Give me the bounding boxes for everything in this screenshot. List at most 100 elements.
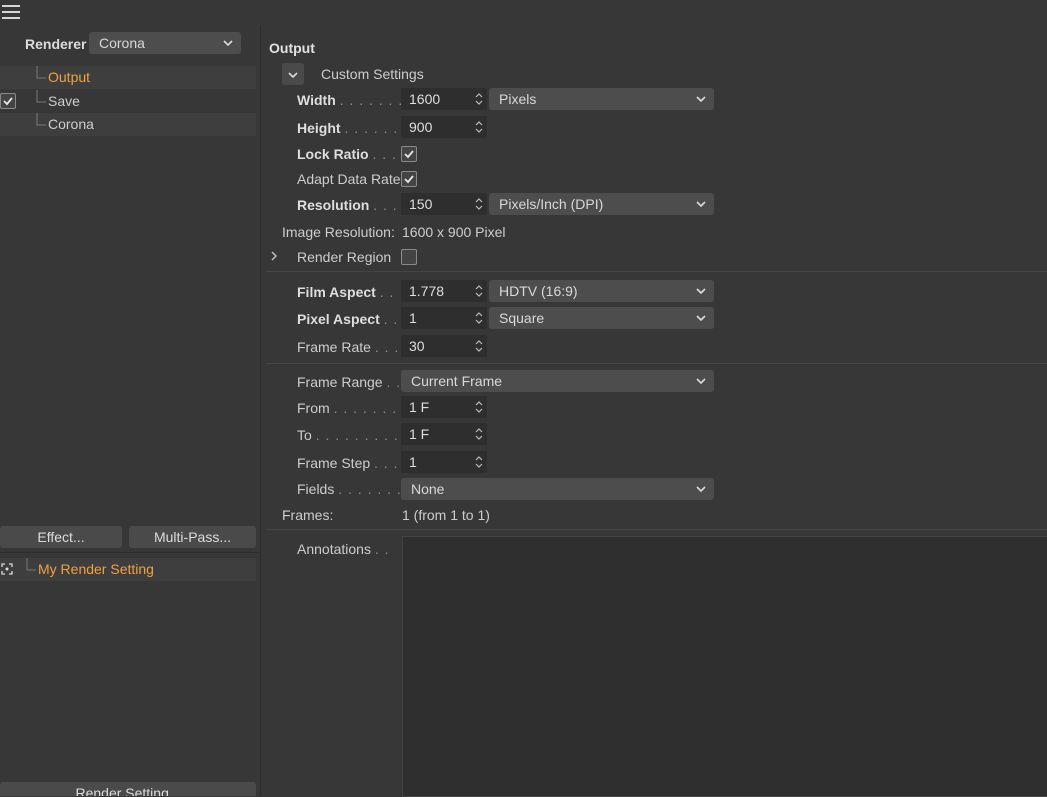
chevron-down-icon: [696, 378, 706, 385]
resolution-unit-value: Pixels/Inch (DPI): [499, 196, 604, 212]
spinner-arrows-icon[interactable]: [475, 426, 483, 442]
resolution-value: 150: [409, 196, 433, 212]
render-region-checkbox[interactable]: [401, 249, 417, 265]
image-resolution-label: Image Resolution:: [282, 224, 395, 240]
image-resolution-value: 1600 x 900 Pixel: [402, 224, 506, 240]
tree-line-icon: [36, 90, 46, 103]
width-field[interactable]: 1600: [401, 88, 487, 110]
to-field[interactable]: 1 F: [401, 423, 487, 445]
pixel-aspect-label: Pixel Aspect . .: [297, 311, 399, 327]
height-value: 900: [409, 119, 433, 135]
collapse-button[interactable]: [282, 63, 304, 85]
adapt-data-rate-label: Adapt Data Rate: [297, 171, 401, 187]
top-bar: [0, 0, 1047, 26]
chevron-down-icon: [288, 72, 298, 79]
left-panel: [0, 26, 259, 796]
renderer-value: Corona: [99, 35, 145, 51]
width-label: Width . . . . . . .: [297, 92, 404, 108]
film-aspect-label: Film Aspect . .: [297, 284, 395, 300]
from-field[interactable]: 1 F: [401, 396, 487, 418]
frame-step-field[interactable]: 1: [401, 451, 487, 473]
film-aspect-field[interactable]: 1.778: [401, 280, 487, 302]
pixel-aspect-value: 1: [409, 310, 417, 326]
checkmark-icon: [404, 175, 414, 184]
frames-value: 1 (from 1 to 1): [402, 507, 490, 523]
tree-item-output[interactable]: Output: [0, 66, 256, 89]
film-aspect-dropdown[interactable]: HDTV (16:9): [489, 280, 714, 302]
chevron-down-icon: [696, 201, 706, 208]
tree-item-label: Save: [48, 93, 80, 109]
frame-range-value: Current Frame: [411, 373, 503, 389]
chevron-right-icon[interactable]: [269, 250, 279, 262]
tree-item-label: Output: [48, 69, 91, 85]
tree-line-icon: [36, 66, 46, 79]
width-unit-dropdown[interactable]: Pixels: [489, 88, 714, 110]
tree-item-corona[interactable]: Corona: [0, 113, 256, 136]
fields-value: None: [411, 481, 445, 497]
tree-item-label: Corona: [48, 116, 94, 132]
divider: [266, 529, 1047, 530]
width-value: 1600: [409, 91, 441, 107]
frame-rate-field[interactable]: 30: [401, 335, 487, 357]
frames-label: Frames:: [282, 507, 334, 523]
render-region-label: Render Region: [297, 249, 392, 265]
chevron-down-icon: [696, 486, 706, 493]
spinner-arrows-icon[interactable]: [475, 399, 483, 415]
fields-label: Fields . . . . . . . .: [297, 481, 412, 497]
fields-dropdown[interactable]: None: [401, 478, 714, 500]
save-enabled-checkbox[interactable]: [0, 93, 16, 109]
frame-range-label: Frame Range . .: [297, 374, 402, 390]
section-title: Output: [269, 40, 315, 56]
tree-line-icon: [36, 113, 46, 126]
render-setting-button[interactable]: Render Setting...: [0, 782, 256, 796]
checkmark-icon: [3, 97, 13, 106]
chevron-down-icon: [696, 315, 706, 322]
tree-item-save[interactable]: Save: [0, 90, 256, 113]
checkmark-icon: [404, 150, 414, 159]
hamburger-menu-icon[interactable]: [2, 5, 20, 20]
frame-rate-value: 30: [409, 338, 425, 354]
spinner-arrows-icon[interactable]: [475, 91, 483, 107]
divider: [0, 552, 259, 553]
to-value: 1 F: [409, 426, 430, 442]
width-unit-value: Pixels: [499, 91, 537, 107]
film-aspect-preset: HDTV (16:9): [499, 283, 578, 299]
chevron-down-icon: [696, 96, 706, 103]
from-label: From . . . . . . . .: [297, 400, 407, 416]
pixel-aspect-preset: Square: [499, 310, 545, 326]
multipass-button[interactable]: Multi-Pass...: [129, 526, 256, 548]
render-setting-label: My Render Setting: [38, 561, 154, 577]
spinner-arrows-icon[interactable]: [475, 196, 483, 212]
lock-ratio-label: Lock Ratio . . .: [297, 146, 397, 162]
render-setting-item[interactable]: My Render Setting: [0, 558, 256, 581]
frame-range-dropdown[interactable]: Current Frame: [401, 370, 714, 392]
spinner-arrows-icon[interactable]: [475, 119, 483, 135]
resolution-unit-dropdown[interactable]: Pixels/Inch (DPI): [489, 193, 714, 215]
resolution-label: Resolution . . .: [297, 197, 398, 213]
lock-ratio-checkbox[interactable]: [401, 146, 417, 162]
film-aspect-value: 1.778: [409, 283, 445, 299]
chevron-down-icon: [696, 288, 706, 295]
render-setting-icon: [1, 563, 13, 575]
pixel-aspect-dropdown[interactable]: Square: [489, 307, 714, 329]
spinner-arrows-icon[interactable]: [475, 338, 483, 354]
resolution-field[interactable]: 150: [401, 193, 487, 215]
tree-line-icon: [26, 558, 36, 571]
annotations-textarea[interactable]: [402, 536, 1047, 797]
pixel-aspect-field[interactable]: 1: [401, 307, 487, 329]
panel-divider[interactable]: [260, 26, 261, 796]
divider: [266, 271, 1047, 272]
divider: [266, 363, 1047, 364]
height-label: Height . . . . . . .: [297, 120, 409, 136]
spinner-arrows-icon[interactable]: [475, 283, 483, 299]
spinner-arrows-icon[interactable]: [475, 310, 483, 326]
height-field[interactable]: 900: [401, 116, 487, 138]
spinner-arrows-icon[interactable]: [475, 454, 483, 470]
frame-step-value: 1: [409, 454, 417, 470]
annotations-label: Annotations . .: [297, 541, 390, 557]
renderer-dropdown[interactable]: Corona: [89, 32, 241, 54]
renderer-label: Renderer: [25, 36, 87, 52]
adapt-data-rate-checkbox[interactable]: [401, 171, 417, 187]
effect-button[interactable]: Effect...: [0, 526, 122, 548]
from-value: 1 F: [409, 399, 430, 415]
